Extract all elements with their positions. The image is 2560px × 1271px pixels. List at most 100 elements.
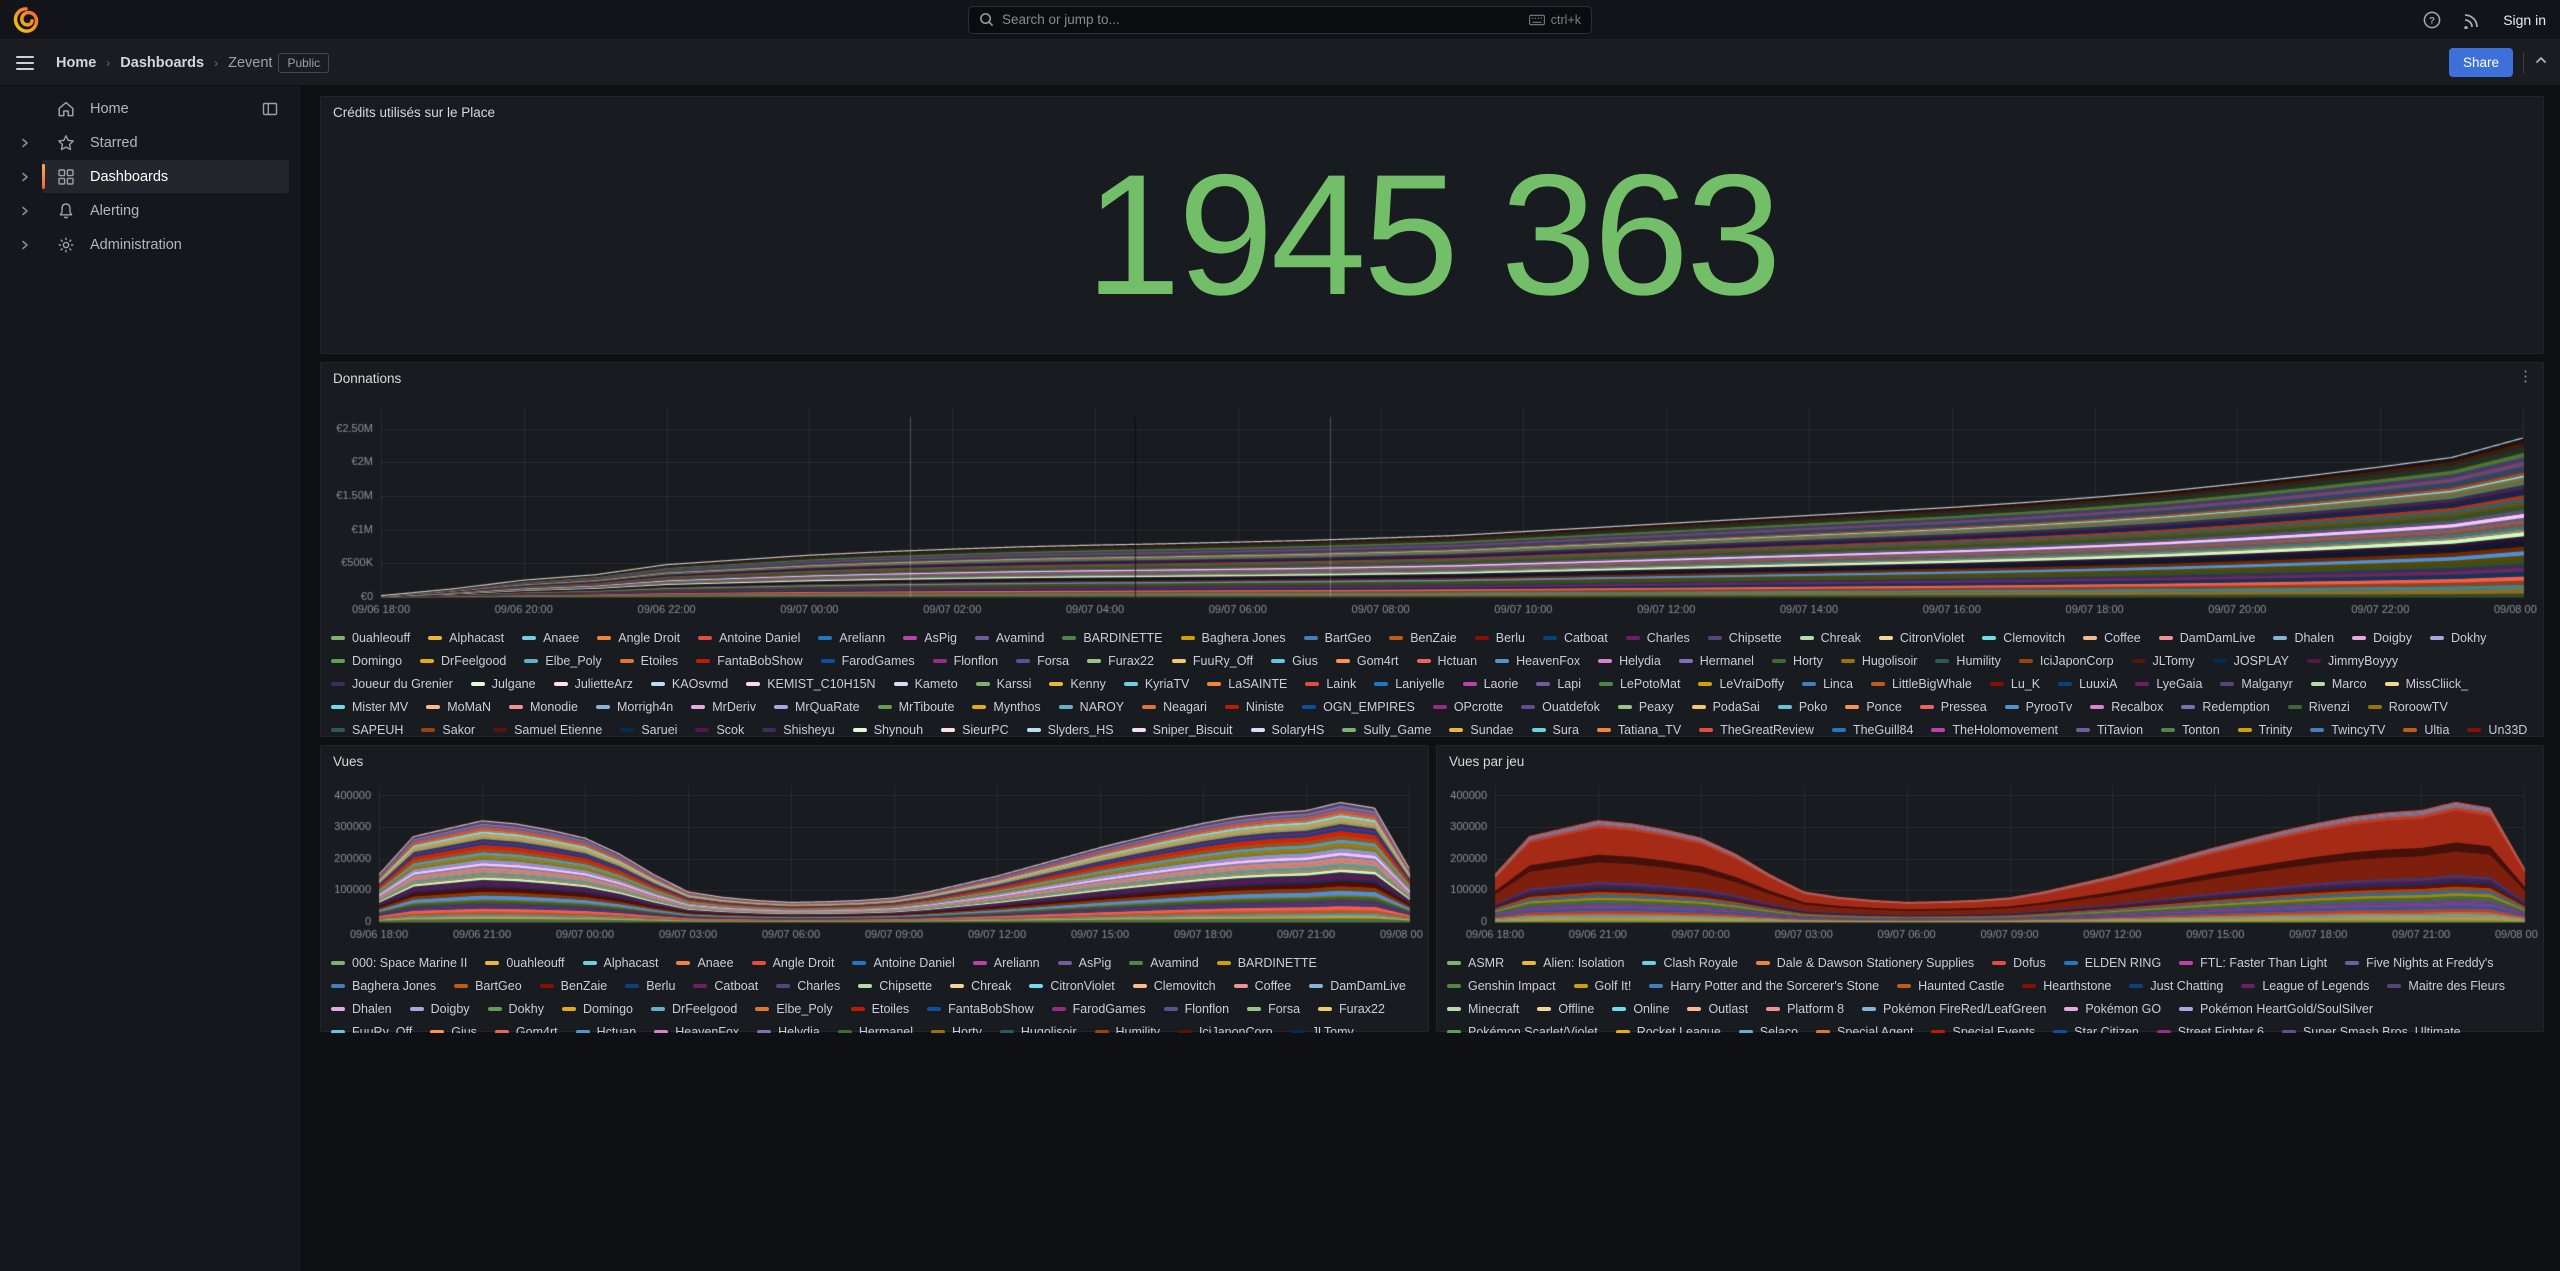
- legend-item[interactable]: Hctuan: [1417, 649, 1478, 672]
- legend-item[interactable]: FuuRy_Off: [1172, 649, 1253, 672]
- legend-item[interactable]: BartGeo: [454, 974, 522, 997]
- legend-item[interactable]: Peaxy: [1618, 695, 1674, 718]
- legend-item[interactable]: Pressea: [1920, 695, 1987, 718]
- legend-item[interactable]: Laniyelle: [1374, 672, 1444, 695]
- legend-item[interactable]: Antoine Daniel: [852, 951, 954, 974]
- news-rss-icon[interactable]: [2463, 11, 2481, 29]
- legend-item[interactable]: Chipsette: [858, 974, 932, 997]
- legend-item[interactable]: Dale & Dawson Stationery Supplies: [1756, 951, 1974, 974]
- legend-item[interactable]: Julgane: [471, 672, 536, 695]
- legend-item[interactable]: Chreak: [1800, 626, 1861, 649]
- legend-item[interactable]: Harry Potter and the Sorcerer's Stone: [1649, 974, 1879, 997]
- legend-item[interactable]: IciJaponCorp: [2019, 649, 2114, 672]
- legend-item[interactable]: LittleBigWhale: [1871, 672, 1972, 695]
- legend-item[interactable]: Pokémon HeartGold/SoulSilver: [2179, 997, 2373, 1020]
- legend-item[interactable]: Furax22: [1318, 997, 1385, 1020]
- legend-item[interactable]: Areliann: [973, 951, 1040, 974]
- legend-item[interactable]: Angle Droit: [752, 951, 835, 974]
- legend-item[interactable]: Karssi: [976, 672, 1032, 695]
- legend-item[interactable]: Horty: [1772, 649, 1823, 672]
- legend-item[interactable]: Five Nights at Freddy's: [2345, 951, 2493, 974]
- legend-item[interactable]: Malganyr: [2220, 672, 2292, 695]
- legend-item[interactable]: Sakor: [421, 718, 475, 738]
- legend-item[interactable]: Minecraft: [1447, 997, 1519, 1020]
- panel-title-vues[interactable]: Vues: [333, 754, 363, 769]
- legend-item[interactable]: OGN_EMPIRES: [1302, 695, 1415, 718]
- legend-item[interactable]: Forsa: [1247, 997, 1300, 1020]
- legend-item[interactable]: Tatiana_TV: [1597, 718, 1681, 738]
- legend-item[interactable]: Flonflon: [933, 649, 998, 672]
- legend-item[interactable]: Anaee: [676, 951, 733, 974]
- legend-item[interactable]: JLTomy: [2132, 649, 2195, 672]
- legend-item[interactable]: Shynouh: [853, 718, 923, 738]
- legend-item[interactable]: Berlu: [625, 974, 675, 997]
- legend-item[interactable]: Humility: [1935, 649, 2000, 672]
- legend-item[interactable]: 0uahleouff: [331, 626, 410, 649]
- legend-item[interactable]: LyeGaia: [2135, 672, 2202, 695]
- legend-item[interactable]: Angle Droit: [597, 626, 680, 649]
- legend-item[interactable]: Rocket League: [1616, 1020, 1721, 1033]
- legend-item[interactable]: Chreak: [950, 974, 1011, 997]
- legend-item[interactable]: Poko: [1778, 695, 1828, 718]
- legend-item[interactable]: TwincyTV: [2310, 718, 2385, 738]
- legend-item[interactable]: Rivenzi: [2288, 695, 2350, 718]
- legend-item[interactable]: Selaco: [1739, 1020, 1798, 1033]
- legend-item[interactable]: Mister MV: [331, 695, 408, 718]
- legend-item[interactable]: Helydia: [1598, 649, 1661, 672]
- panel-title-vues-par-jeu[interactable]: Vues par jeu: [1449, 754, 1524, 769]
- breadcrumb-item[interactable]: Zevent: [228, 55, 272, 71]
- legend-item[interactable]: BenZaie: [540, 974, 608, 997]
- legend-item[interactable]: 000: Space Marine II: [331, 951, 467, 974]
- legend-item[interactable]: Platform 8: [1766, 997, 1844, 1020]
- legend-item[interactable]: Ponce: [1845, 695, 1901, 718]
- legend-item[interactable]: FTL: Faster Than Light: [2179, 951, 2327, 974]
- legend-item[interactable]: Slyders_HS: [1027, 718, 1114, 738]
- search-input[interactable]: [1002, 12, 1529, 27]
- panel-title-credits[interactable]: Crédits utilisés sur le Place: [333, 105, 495, 120]
- legend-item[interactable]: Pokémon Scarlet/Violet: [1447, 1020, 1598, 1033]
- legend-item[interactable]: Mynthos: [972, 695, 1040, 718]
- legend-item[interactable]: MrQuaRate: [774, 695, 860, 718]
- grafana-logo-icon[interactable]: [12, 6, 40, 34]
- legend-item[interactable]: KyriaTV: [1124, 672, 1189, 695]
- legend-item[interactable]: Monodie: [509, 695, 578, 718]
- legend-item[interactable]: Kenny: [1049, 672, 1105, 695]
- legend-item[interactable]: NAROY: [1059, 695, 1124, 718]
- legend-item[interactable]: FarodGames: [821, 649, 915, 672]
- legend-item[interactable]: LuuxiA: [2058, 672, 2117, 695]
- legend-item[interactable]: Hermanel: [1679, 649, 1754, 672]
- legend-item[interactable]: Laink: [1305, 672, 1356, 695]
- chevron-right-icon[interactable]: [8, 171, 42, 183]
- legend-item[interactable]: Gius: [430, 1020, 477, 1033]
- legend-item[interactable]: DrFeelgood: [420, 649, 506, 672]
- legend-item[interactable]: Domingo: [331, 649, 402, 672]
- legend-item[interactable]: Saruei: [620, 718, 677, 738]
- legend-item[interactable]: Sully_Game: [1342, 718, 1431, 738]
- breadcrumb-item[interactable]: Dashboards: [120, 55, 204, 71]
- legend-item[interactable]: KEMIST_C10H15N: [746, 672, 875, 695]
- legend-item[interactable]: Pokémon FireRed/LeafGreen: [1862, 997, 2046, 1020]
- legend-item[interactable]: Sura: [1532, 718, 1579, 738]
- legend-item[interactable]: JLTomy: [1291, 1020, 1354, 1033]
- legend-item[interactable]: FantaBobShow: [927, 997, 1033, 1020]
- legend-item[interactable]: Avamind: [1129, 951, 1198, 974]
- share-button[interactable]: Share: [2449, 48, 2513, 77]
- chevron-right-icon[interactable]: [8, 137, 42, 149]
- legend-item[interactable]: SieurPC: [941, 718, 1009, 738]
- legend-item[interactable]: HeavenFox: [654, 1020, 739, 1033]
- legend-item[interactable]: Doigby: [2352, 626, 2412, 649]
- legend-item[interactable]: Coffee: [1234, 974, 1292, 997]
- legend-item[interactable]: Scok: [695, 718, 744, 738]
- legend-item[interactable]: Linca: [1802, 672, 1853, 695]
- legend-item[interactable]: Star Citizen: [2053, 1020, 2139, 1033]
- legend-item[interactable]: JimmyBoyyy: [2307, 649, 2398, 672]
- legend-item[interactable]: BARDINETTE: [1217, 951, 1317, 974]
- legend-item[interactable]: Samuel Etienne: [493, 718, 602, 738]
- legend-item[interactable]: Pokémon GO: [2064, 997, 2161, 1020]
- sidebar-link-starred[interactable]: Starred: [42, 126, 289, 159]
- legend-item[interactable]: Alien: Isolation: [1522, 951, 1624, 974]
- legend-item[interactable]: JOSPLAY: [2213, 649, 2289, 672]
- legend-item[interactable]: Helydia: [757, 1020, 820, 1033]
- sidebar-link-administration[interactable]: Administration: [42, 228, 289, 261]
- panel-menu-icon[interactable]: ⋮: [2518, 369, 2533, 384]
